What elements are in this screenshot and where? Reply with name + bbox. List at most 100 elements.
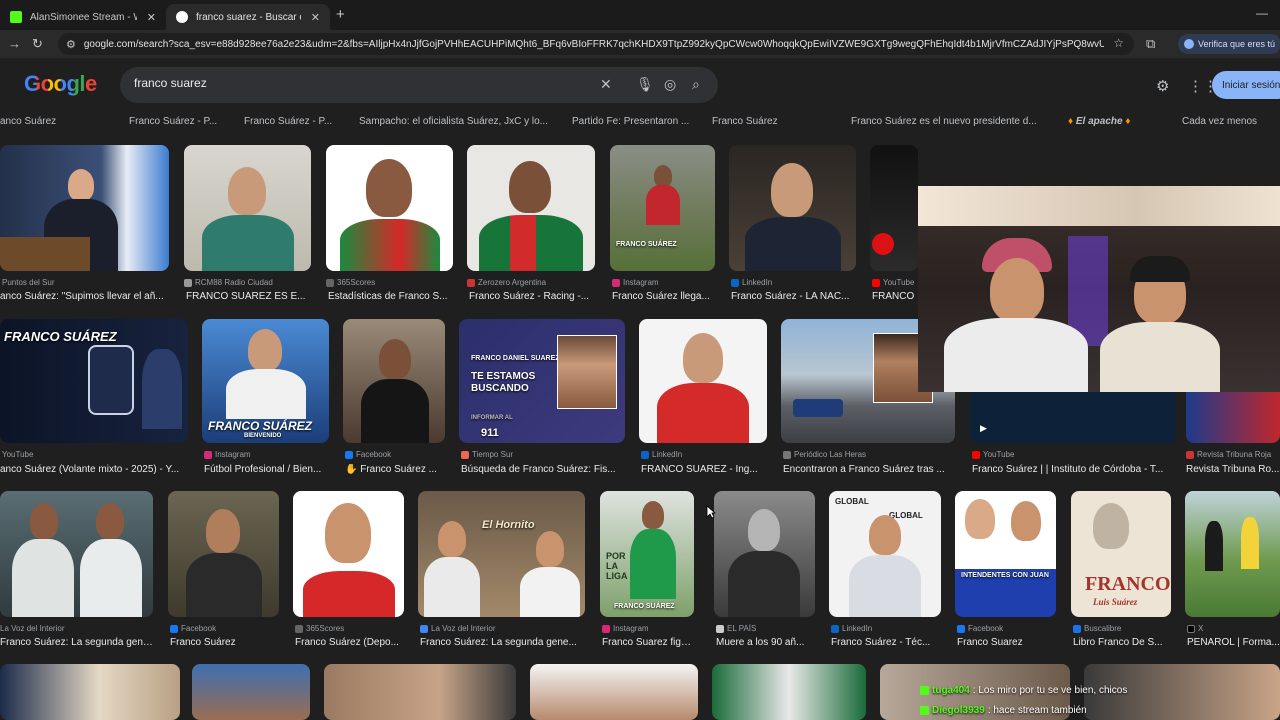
minimize-icon[interactable]: — — [1256, 6, 1268, 20]
flame-icon: ♦ — [1068, 116, 1074, 127]
image-result[interactable]: EL PAÍS Muere a los 90 añ... — [714, 491, 815, 651]
favicon-icon — [184, 278, 192, 287]
image-result[interactable]: GLOBAL GLOBAL LinkedIn Franco Suárez - T… — [829, 491, 941, 651]
podium — [0, 237, 90, 271]
result-thumbnail: POR LA LIGA FRANCO SUÁREZ — [600, 491, 694, 617]
person-shape — [366, 159, 412, 217]
tab-title: franco suarez - Buscar con Goo — [196, 11, 301, 23]
image-result[interactable]: Zerozero Argentina Franco Suárez - Racin… — [467, 145, 595, 315]
result-caption[interactable]: Franco Suárez - P... — [129, 116, 217, 127]
reload-icon[interactable]: ↻ — [32, 36, 43, 52]
image-result[interactable]: FRANCO SUÁREZ Instagram Franco Suárez ll… — [610, 145, 715, 315]
result-caption[interactable]: Partido Fe: Presentaron ... — [572, 116, 689, 127]
image-result[interactable] — [324, 664, 516, 720]
lens-icon[interactable]: ◎ — [664, 76, 676, 93]
tab-google-search[interactable]: franco suarez - Buscar con Goo ✕ — [166, 4, 330, 30]
image-result[interactable] — [530, 664, 698, 720]
player-figure — [1241, 517, 1259, 569]
image-result[interactable]: FRANCO SUÁREZ YouTube anco Suárez (Volan… — [0, 319, 188, 489]
image-result[interactable]: La Voz del Interior Franco Suárez: La se… — [0, 491, 153, 651]
image-result[interactable]: INTENDENTES CON JUAN Facebook Franco Sua… — [955, 491, 1056, 651]
result-thumbnail: FRANCO Luis Suárez — [1071, 491, 1171, 617]
image-result[interactable]: Puntos del Sur anco Suárez: "Supimos lle… — [0, 145, 169, 315]
result-source: Facebook — [170, 624, 279, 633]
person-body — [186, 553, 262, 617]
person-body — [424, 557, 480, 617]
result-thumbnail — [0, 145, 169, 271]
result-caption[interactable]: Sampacho: el oficialista Suárez, JxC y l… — [359, 116, 548, 127]
image-result[interactable]: LinkedIn Franco Suárez - LA NAC... — [729, 145, 856, 315]
result-caption: Franco Suárez: La segunda gene... — [0, 637, 153, 648]
image-result[interactable]: Facebook Franco Suárez — [168, 491, 279, 651]
extensions-icon[interactable]: ⧉ — [1146, 36, 1155, 52]
result-caption[interactable]: Cada vez menos — [1182, 116, 1257, 127]
result-thumbnail: INTENDENTES CON JUAN — [955, 491, 1056, 617]
image-result[interactable]: X PEÑAROL | Forma... — [1185, 491, 1280, 651]
new-tab-icon[interactable]: + — [336, 6, 345, 23]
result-thumbnail — [870, 145, 918, 271]
signin-button[interactable]: Iniciar sesión — [1212, 71, 1280, 99]
result-source: EL PAÍS — [716, 624, 815, 633]
source-name: EL PAÍS — [727, 624, 757, 633]
result-thumbnail — [729, 145, 856, 271]
result-source: La Voz del Interior — [420, 624, 585, 633]
result-caption: FRANCO SUÁREZ ES E... — [186, 291, 306, 302]
image-result[interactable]: FRANCO Luis Suárez Buscalibre Libro Fran… — [1071, 491, 1171, 651]
result-caption[interactable]: Franco Suárez — [712, 116, 778, 127]
forward-icon[interactable]: → — [8, 36, 21, 51]
image-result[interactable] — [0, 664, 180, 720]
favicon-icon — [783, 450, 791, 459]
person-body — [12, 539, 74, 617]
profile-label: Verifica que eres tú — [1198, 39, 1276, 49]
image-result[interactable]: YouTube FRANCO — [870, 145, 918, 315]
favicon-icon — [295, 624, 303, 633]
image-result[interactable] — [192, 664, 310, 720]
result-source: Facebook — [345, 450, 445, 459]
image-result[interactable]: El Hornito La Voz del Interior Franco Su… — [418, 491, 585, 651]
image-result[interactable]: FRANCO SUÁREZ BIENVENIDO Instagram Fútbo… — [202, 319, 329, 489]
flame-icon: ♦ — [1125, 116, 1131, 127]
browser-tab-strip: AlanSimonee Stream - Watch L ✕ franco su… — [0, 0, 1280, 30]
search-input[interactable] — [134, 76, 594, 90]
profile-verify-chip[interactable]: Verifica que eres tú — [1178, 34, 1280, 54]
result-source: Facebook — [957, 624, 1056, 633]
image-result[interactable]: LinkedIn FRANCO SUAREZ - Ing... — [639, 319, 767, 489]
image-result[interactable]: 365Scores Estadísticas de Franco S... — [326, 145, 453, 315]
result-caption[interactable]: anco Suárez — [0, 116, 56, 127]
image-overlay-text: FRANCO SUÁREZ — [616, 241, 677, 248]
image-result[interactable]: Facebook ✋ Franco Suárez ... — [343, 319, 445, 489]
person-shape — [228, 167, 266, 215]
result-thumbnail — [714, 491, 815, 617]
settings-gear-icon[interactable]: ⚙ — [1156, 77, 1169, 95]
image-result[interactable]: POR LA LIGA FRANCO SUÁREZ Instagram Fran… — [600, 491, 694, 651]
instagram-icon — [612, 278, 620, 287]
player-figure — [142, 349, 182, 429]
image-result[interactable]: FRANCO DANIEL SUAREZ TE ESTAMOS BUSCANDO… — [459, 319, 625, 489]
person-shape — [96, 503, 124, 539]
result-thumbnail — [0, 491, 153, 617]
clear-icon[interactable]: ✕ — [600, 76, 612, 93]
person-body — [340, 219, 440, 271]
image-result[interactable] — [712, 664, 866, 720]
close-tab-icon[interactable]: ✕ — [147, 11, 156, 24]
site-info-icon[interactable]: ⚙ — [66, 38, 76, 51]
google-logo[interactable]: Google — [24, 71, 97, 97]
source-name: La Voz del Interior — [0, 624, 65, 633]
source-name: LinkedIn — [742, 278, 773, 287]
result-caption[interactable]: ♦ El apache ♦ — [1068, 116, 1130, 127]
search-icon[interactable]: ⌕ — [692, 76, 700, 93]
person-shape — [654, 165, 672, 187]
address-bar[interactable]: ⚙ google.com/search?sca_esv=e88d928ee76a… — [58, 33, 1134, 55]
result-caption[interactable]: Franco Suárez es el nuevo presidente d..… — [851, 116, 1037, 127]
person-shape — [1093, 503, 1129, 549]
image-result[interactable]: RCM88 Radio Ciudad FRANCO SUÁREZ ES E... — [184, 145, 311, 315]
close-tab-icon[interactable]: ✕ — [311, 11, 320, 24]
result-caption: Estadísticas de Franco S... — [328, 291, 448, 302]
result-thumbnail — [184, 145, 311, 271]
result-caption[interactable]: Franco Suárez - P... — [244, 116, 332, 127]
bookmark-star-icon[interactable]: ☆ — [1113, 36, 1124, 50]
tab-stream[interactable]: AlanSimonee Stream - Watch L ✕ — [0, 4, 166, 30]
voice-search-icon[interactable]: 🎙 — [636, 76, 654, 93]
google-favicon-icon — [176, 11, 188, 23]
image-result[interactable]: 365Scores Franco Suárez (Depo... — [293, 491, 404, 651]
